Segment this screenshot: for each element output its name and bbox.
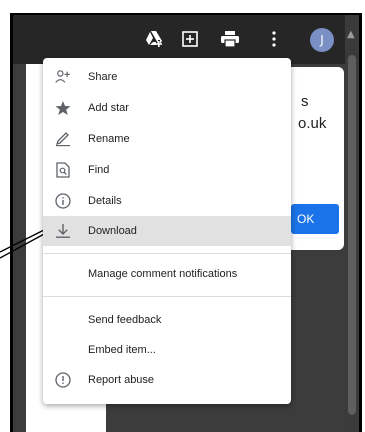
- person-add-icon: [55, 69, 71, 85]
- menu-item-manage-notifications[interactable]: Manage comment notifications: [43, 259, 291, 289]
- report-icon: [55, 372, 71, 388]
- more-actions-menu: Share Add star Rename Find Details Downl…: [43, 58, 291, 404]
- menu-divider: [43, 253, 291, 254]
- menu-item-share[interactable]: Share: [43, 62, 291, 92]
- menu-item-embed[interactable]: Embed item...: [43, 335, 291, 365]
- menu-item-label: Share: [88, 71, 118, 83]
- menu-item-label: Add star: [88, 102, 129, 114]
- menu-item-add-star[interactable]: Add star: [43, 93, 291, 123]
- menu-item-find[interactable]: Find: [43, 155, 291, 185]
- download-icon: [55, 223, 71, 239]
- menu-item-rename[interactable]: Rename: [43, 124, 291, 154]
- menu-item-details[interactable]: Details: [43, 186, 291, 216]
- menu-item-label: Find: [88, 164, 110, 176]
- pencil-icon: [55, 131, 71, 147]
- star-icon: [55, 100, 71, 116]
- find-in-page-icon: [55, 162, 71, 178]
- menu-item-label: Details: [88, 195, 122, 207]
- menu-item-download[interactable]: Download: [43, 216, 291, 246]
- menu-item-label: Rename: [88, 133, 130, 145]
- menu-item-label: Report abuse: [88, 374, 155, 386]
- menu-item-label: Manage comment notifications: [88, 268, 238, 280]
- menu-divider: [43, 296, 291, 297]
- menu-item-report-abuse[interactable]: Report abuse: [43, 365, 291, 395]
- menu-item-label: Send feedback: [88, 314, 162, 326]
- menu-item-send-feedback[interactable]: Send feedback: [43, 305, 291, 335]
- menu-item-label: Download: [88, 225, 137, 237]
- menu-item-label: Embed item...: [88, 344, 156, 356]
- info-icon: [55, 193, 71, 209]
